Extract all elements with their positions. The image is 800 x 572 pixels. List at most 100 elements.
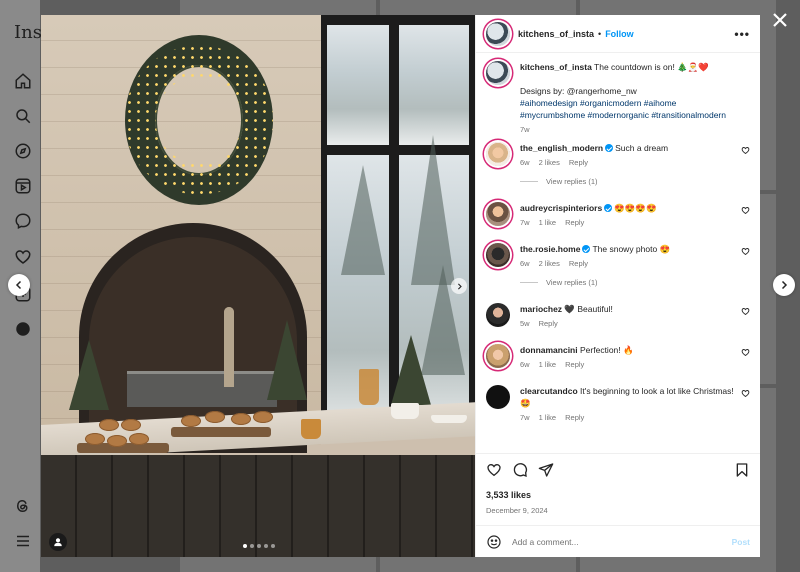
reply-button[interactable]: Reply [569,158,588,167]
reply-button[interactable]: Reply [569,259,588,268]
comment-like-button[interactable] [741,348,750,357]
commenter-avatar[interactable] [486,142,510,166]
author-avatar[interactable] [486,21,510,46]
carousel-next-button[interactable] [451,278,467,294]
explore-icon [14,142,32,160]
post-comment-button[interactable]: Post [732,537,750,547]
carousel-dot [264,544,268,548]
commenter-username[interactable]: clearcutandco [520,386,578,396]
commenter-username[interactable]: the_english_modern [520,143,603,153]
heart-icon [741,308,750,316]
commenter-username[interactable]: mariochez [520,304,562,314]
reply-button[interactable]: Reply [565,413,584,422]
share-button[interactable] [538,462,554,478]
comment-time: 7w [520,413,530,422]
close-button[interactable] [768,8,792,32]
comment-item: the_english_modern Such a dream 6w 2 likes R… [486,142,750,186]
comment-text: 😍😍😍😍 [614,203,657,213]
comment-likes[interactable]: 1 like [539,360,557,369]
commenter-username[interactable]: the.rosie.home [520,244,580,254]
heart-icon [741,390,750,398]
mini-christmas-tree [69,340,109,410]
caption-credits: Designs by: @rangerhome_nw [520,86,637,96]
emoji-button[interactable] [486,534,502,550]
follow-button[interactable]: Follow [605,29,634,39]
commenter-avatar[interactable] [486,344,510,368]
commenter-username[interactable]: donnamancini [520,345,578,355]
stove [127,371,277,407]
author-username[interactable]: kitchens_of_insta [518,29,594,39]
verified-badge-icon [604,204,613,212]
mini-christmas-tree [391,335,431,405]
reply-button[interactable]: Reply [539,319,558,328]
user-tag-icon [54,538,62,547]
heart-icon [487,463,501,477]
caption-hashtags[interactable]: #aihomedesign #organicmodern #aihome #my… [520,97,736,121]
comment-like-button[interactable] [741,247,750,256]
commenter-avatar[interactable] [486,243,510,267]
view-replies-button[interactable]: View replies (1) [520,278,750,287]
close-icon [773,13,787,27]
verified-badge-icon [605,144,614,152]
previous-post-button[interactable] [8,274,30,296]
comment-time: 7w [520,218,530,227]
comment-like-button[interactable] [741,146,750,155]
like-button[interactable] [486,462,502,478]
next-post-button[interactable] [773,274,795,296]
comment-item: clearcutandco It's beginning to look a l… [486,385,750,422]
author-avatar[interactable] [486,61,510,85]
messenger-icon [14,212,32,230]
comment-time: 6w [520,158,530,167]
comment-time: 5w [520,319,530,328]
comment-likes[interactable]: 2 likes [539,158,560,167]
reels-icon [14,177,32,195]
reply-button[interactable]: Reply [565,360,584,369]
carousel-dot [271,544,275,548]
cabinet [41,455,475,557]
comment-composer: Post [476,525,760,557]
commenter-avatar[interactable] [486,202,510,226]
chevron-right-icon [457,282,462,290]
comment-likes[interactable]: 1 like [539,413,557,422]
comment-text: Such a dream [615,143,669,153]
comment-text: The snowy photo 😍 [592,244,671,254]
comment-likes[interactable]: 1 like [539,218,557,227]
mini-christmas-tree [267,320,307,400]
comment-likes[interactable]: 2 likes [539,259,560,268]
cutting-board [171,427,271,437]
commenter-avatar[interactable] [486,303,510,327]
commenter-username[interactable]: audreycrispinteriors [520,203,602,213]
comment-like-button[interactable] [741,206,750,215]
profile-avatar-icon [14,320,32,338]
home-icon [14,72,32,90]
comment-input[interactable] [512,536,732,547]
chevron-right-icon [781,280,788,290]
save-button[interactable] [734,462,750,478]
comment-time: 6w [520,360,530,369]
tagged-users-button[interactable] [49,533,67,551]
heart-icon [741,207,750,215]
commenter-avatar[interactable] [486,385,510,409]
view-replies-button[interactable]: View replies (1) [520,177,750,186]
comments-list[interactable]: kitchens_of_insta The countdown is on! 🎄… [476,53,760,453]
post-modal: kitchens_of_insta • Follow ••• kitchens_… [41,15,760,557]
carousel-dot [257,544,261,548]
heart-icon [741,147,750,155]
bookmark-icon [736,463,748,477]
carousel-indicator [243,544,275,548]
reply-button[interactable]: Reply [565,218,584,227]
comment-button[interactable] [512,462,528,478]
menu-icon [14,532,32,550]
comment-like-button[interactable] [741,389,750,398]
caption-time: 7w [520,125,530,134]
comment-item: donnamancini Perfection! 🔥 6w 1 like Reply [486,344,750,369]
verified-badge-icon [582,245,591,253]
like-count[interactable]: 3,533 likes [486,490,750,500]
comment-item: the.rosie.home The snowy photo 😍 6w 2 likes… [486,243,750,287]
heart-icon [741,349,750,357]
caption-username[interactable]: kitchens_of_insta [520,62,592,72]
more-options-button[interactable]: ••• [734,27,750,41]
comment-like-button[interactable] [741,307,750,316]
post-details-panel: kitchens_of_insta • Follow ••• kitchens_… [475,15,760,557]
post-date: December 9, 2024 [486,506,548,515]
